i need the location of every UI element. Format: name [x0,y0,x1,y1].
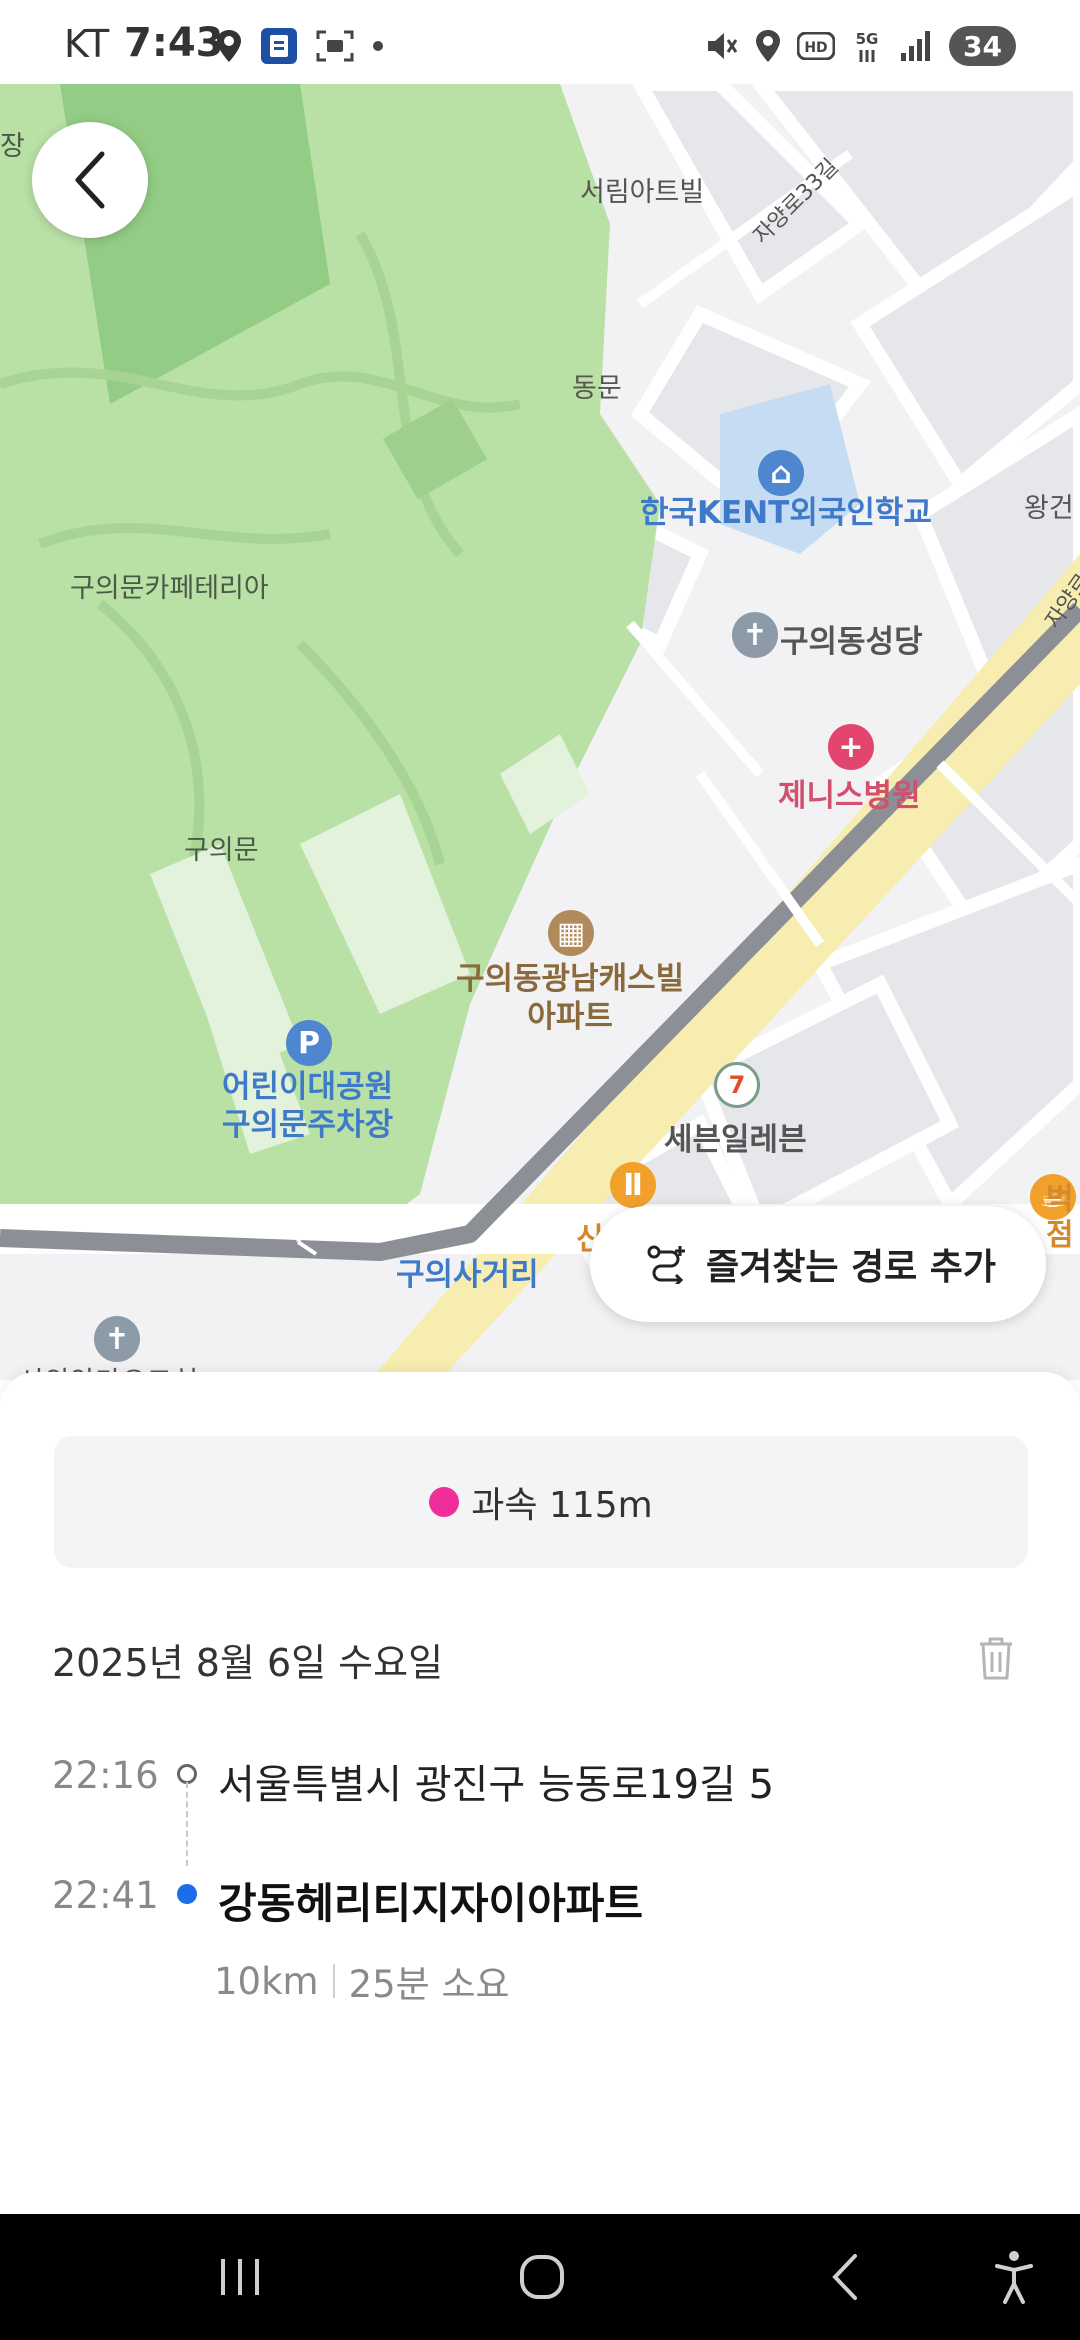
signal-icon [901,31,931,61]
speeding-dot-icon [429,1487,460,1517]
svg-text:HD: HD [804,40,827,56]
convenience-store-pin-icon[interactable]: 7 [714,1062,760,1108]
origin-time: 22:16 [52,1754,159,1797]
map-view[interactable]: ⌂ ✝ + ▦ P 7 Ⅱ ☕ ✝ 장 서림아트빌 자양로33길 동문 한국KE… [0,84,1080,1380]
map-label-starbucks: 벅 점 [1046,1182,1074,1253]
system-icons: HD 5G 34 [705,24,1016,68]
map-canvas [0,84,1080,1380]
battery-indicator: 34 [949,26,1016,66]
system-navigation-bar [0,2214,1080,2340]
trip-detail-sheet: 과속 115m 2025년 8월 6일 수요일 22:16 서울특별시 광진구 … [0,1372,1080,2214]
church-pin-icon-2[interactable]: ✝ [94,1316,140,1362]
speeding-summary: 과속 115m [54,1436,1028,1568]
hospital-pin-icon[interactable]: + [828,724,874,770]
restaurant-pin-icon[interactable]: Ⅱ [610,1162,656,1208]
trip-meta: 10km 25분 소요 [214,1954,510,2008]
status-bar: KT 7:43 HD 5G 34 [0,0,1080,84]
church-pin-icon[interactable]: ✝ [732,612,778,658]
map-label-seorim: 서림아트빌 [580,177,705,208]
5g-icon: 5G [856,30,879,62]
map-label-cathedral: 구의동성당 [780,624,923,660]
map-label-seven-eleven: 세븐일레븐 [664,1122,807,1158]
map-label-dongmun: 동문 [572,373,622,404]
map-label-guuimun: 구의문 [184,835,259,866]
chevron-left-icon [75,151,105,209]
destination-dot-icon [177,1884,197,1904]
clock: 7:43 [124,20,224,66]
map-label-intersection: 구의사거리 [396,1257,539,1293]
back-button[interactable] [32,122,148,238]
home-icon [520,2255,564,2299]
add-favorite-route-label: 즐겨찾는 경로 추가 [706,1247,997,1288]
destination-name: 강동헤리티지자이아파트 [218,1879,644,1928]
origin-dot-icon [177,1764,197,1784]
map-label-kent-school: 한국KENT외국인학교 [640,495,932,531]
meta-divider [332,1964,335,1998]
trip-distance: 10km [214,1959,319,2003]
origin-address: 서울특별시 광진구 능동로19길 5 [218,1762,775,1808]
trip-date: 2025년 8월 6일 수요일 [52,1641,444,1685]
screenshot-icon [316,30,354,62]
destination-time: 22:41 [52,1874,159,1917]
school-pin-icon[interactable]: ⌂ [758,450,804,496]
back-icon [832,2254,857,2300]
apartment-pin-icon[interactable]: ▦ [548,910,594,956]
accessibility-button[interactable] [974,2244,1054,2310]
trash-icon[interactable] [974,1634,1018,1682]
notification-icons [216,26,384,66]
accessibility-icon [995,2251,1033,2304]
mute-icon [708,33,738,59]
trip-duration: 25분 소요 [348,1963,510,2006]
hd-icon: HD [797,32,836,60]
recent-apps-icon [221,2259,259,2295]
route-plus-icon [647,1245,685,1284]
parking-pin-icon[interactable]: P [286,1020,332,1066]
recent-apps-button[interactable] [200,2244,280,2310]
map-label-cafeteria: 구의문카페테리아 [70,573,269,604]
add-favorite-route-button[interactable]: 즐겨찾는 경로 추가 [590,1206,1046,1322]
map-label-apartment: 구의동광남캐스빌 아파트 [456,961,685,1035]
speeding-label: 과속 115m [471,1485,653,1526]
carrier-label: KT [64,22,110,66]
map-label-wanggeon: 왕건 [1024,493,1074,524]
system-back-button[interactable] [804,2244,884,2310]
home-button[interactable] [502,2244,582,2310]
location-icon [217,30,241,62]
svg-text:5G: 5G [856,30,879,48]
map-label-parking: 어린이대공원 구의문주차장 [222,1069,394,1143]
location-icon [756,30,781,62]
map-label-jang: 장 [0,131,25,162]
dot-icon [373,41,383,51]
map-label-jenis-hospital: 제니스병원 [778,778,921,814]
route-connector [186,1782,188,1866]
app-notification-icon [261,28,297,64]
